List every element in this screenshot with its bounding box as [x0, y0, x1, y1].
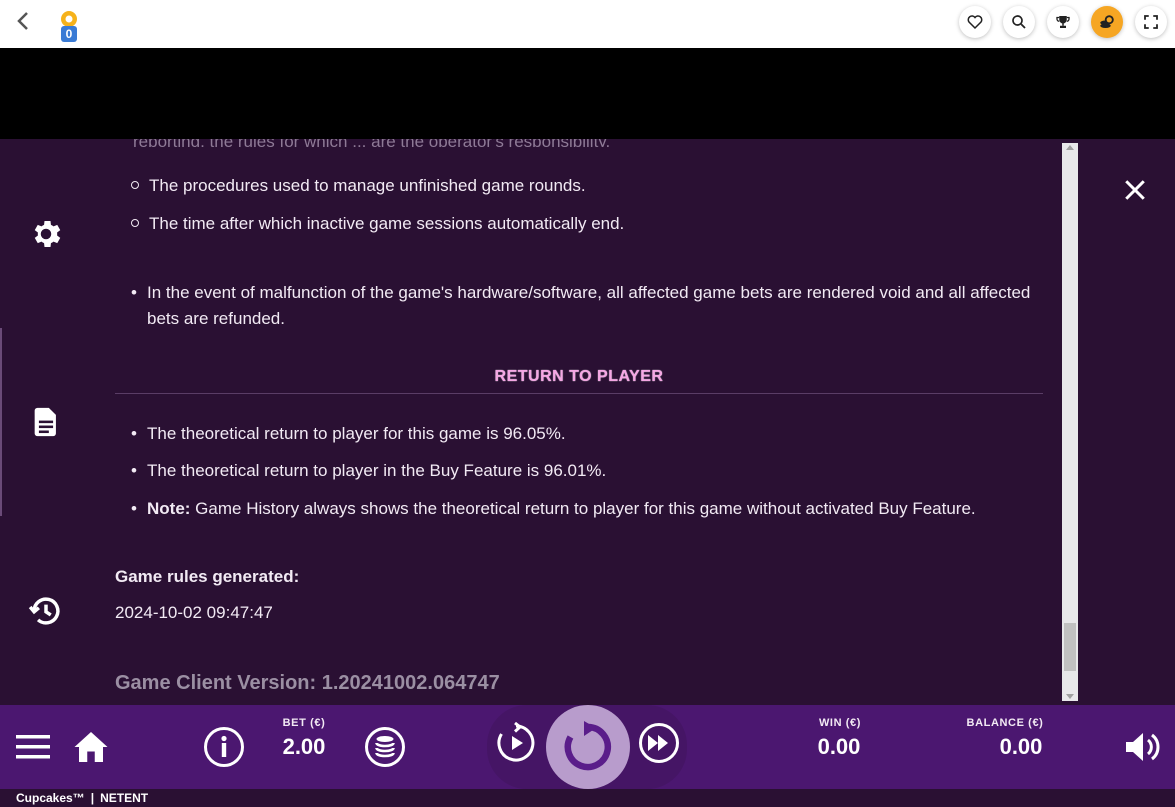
balance-value: 0.00: [999, 734, 1043, 759]
client-version: Game Client Version: 1.20241002.064747: [115, 672, 500, 694]
game-rules-panel: reporting, the rules for which ... are t…: [0, 139, 1175, 705]
list-item: • In the event of malfunction of the gam…: [131, 283, 1031, 328]
scroll-thumb[interactable]: [1064, 623, 1076, 671]
menu-icon[interactable]: [14, 730, 52, 764]
document-icon[interactable]: [26, 402, 66, 442]
turbo-icon[interactable]: [637, 721, 681, 765]
gear-icon[interactable]: [26, 214, 66, 254]
win-label: WIN (€): [818, 717, 862, 729]
home-icon[interactable]: [71, 727, 111, 767]
game-header-area: [0, 48, 1175, 139]
trophy-icon[interactable]: [1047, 6, 1079, 38]
list-item: The procedures used to manage unfinished…: [131, 175, 586, 197]
generated-value: 2024-10-02 09:47:47: [115, 603, 273, 622]
scroll-up-arrow-icon[interactable]: [1066, 145, 1074, 150]
browser-top-bar: 0: [0, 0, 1175, 48]
list-item: • The theoretical return to player in th…: [131, 461, 607, 480]
generated-label: Game rules generated:: [115, 567, 300, 586]
list-item: • The theoretical return to player for t…: [131, 424, 566, 443]
scrollbar[interactable]: [1062, 143, 1078, 701]
close-icon[interactable]: [1120, 175, 1150, 205]
game-footer: Cupcakes™ | NETENT: [0, 789, 1175, 807]
bet-label: BET (€): [282, 717, 326, 729]
scroll-down-arrow-icon[interactable]: [1066, 694, 1074, 699]
info-icon[interactable]: [202, 725, 246, 769]
balance-label: BALANCE (€): [966, 717, 1044, 729]
rules-content: reporting, the rules for which ... are t…: [115, 139, 1045, 705]
speaker-icon[interactable]: [1122, 727, 1162, 767]
search-icon[interactable]: [1003, 6, 1035, 38]
spin-icon: [564, 721, 612, 771]
clipped-text-line: reporting, the rules for which ... are t…: [133, 139, 633, 147]
spin-button[interactable]: [546, 705, 630, 789]
provider-name: NETENT: [100, 791, 149, 805]
logo-badge: 0: [66, 27, 73, 41]
bet-value: 2.00: [282, 734, 326, 759]
app-logo[interactable]: 0: [55, 9, 83, 43]
footer-separator: |: [90, 791, 95, 805]
list-item: • Note: Game History always shows the th…: [131, 499, 976, 518]
heart-icon[interactable]: [959, 6, 991, 38]
win-value: 0.00: [817, 734, 861, 759]
game-name: Cupcakes™: [16, 791, 85, 805]
section-divider: [115, 393, 1043, 394]
list-item: The time after which inactive game sessi…: [131, 213, 624, 235]
game-controls-bar: BET (€) 2.00 WIN (€) 0.00 BALANCE (€) 0.…: [0, 705, 1175, 789]
sidebar-active-marker: [0, 328, 2, 516]
coin-stack-icon[interactable]: [363, 725, 407, 769]
note-label: Note:: [147, 499, 191, 518]
fullscreen-icon[interactable]: [1135, 6, 1167, 38]
autoplay-icon[interactable]: [494, 721, 538, 765]
chevron-left-icon[interactable]: [16, 10, 36, 36]
note-text: Game History always shows the theoretica…: [190, 499, 976, 518]
history-icon[interactable]: [26, 591, 66, 631]
coins-icon[interactable]: [1091, 6, 1123, 38]
section-title: RETURN TO PLAYER: [494, 368, 664, 385]
